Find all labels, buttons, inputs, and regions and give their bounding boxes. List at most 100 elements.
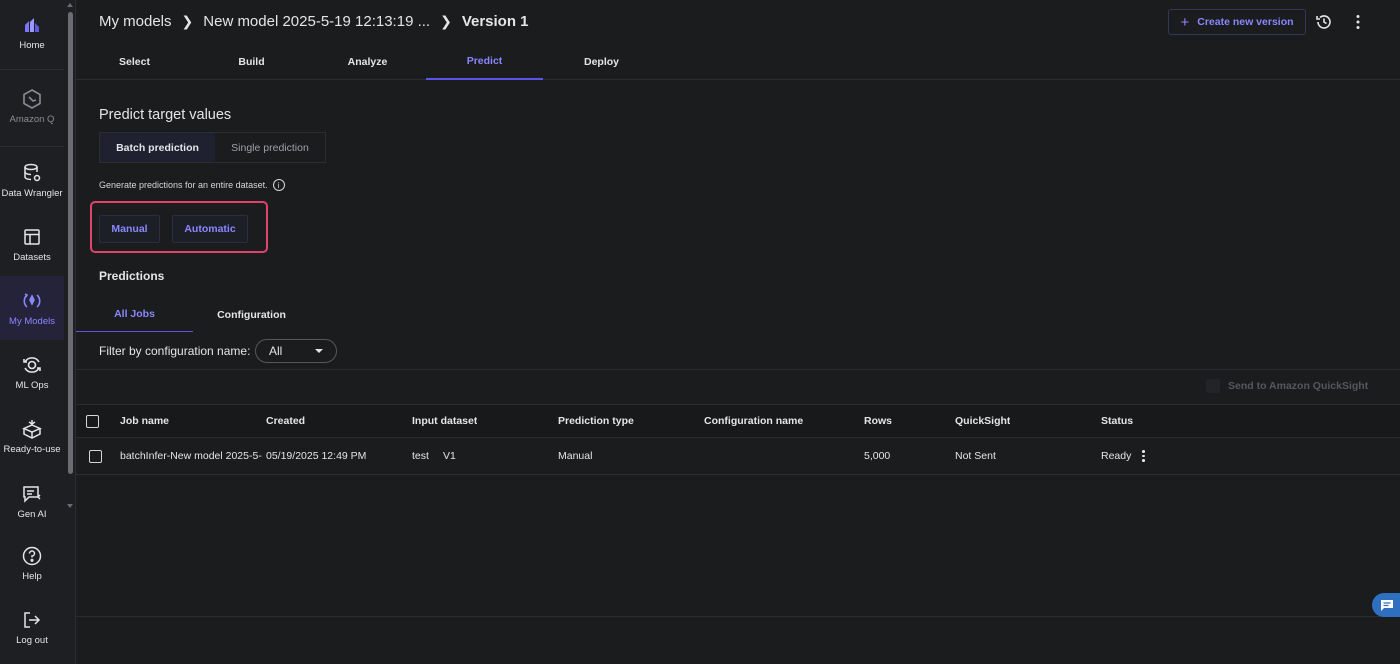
predictions-heading: Predictions [99,269,165,283]
sidebar-item-ready-to-use[interactable]: Ready-to-use [0,404,64,468]
column-header-configuration-name[interactable]: Configuration name [704,405,803,437]
column-header-rows[interactable]: Rows [864,405,892,437]
sidebar-item-label: Data Wrangler [1,187,63,199]
sidebar-item-label: Gen AI [17,508,47,520]
tab-build[interactable]: Build [193,44,310,80]
batch-help-text: Generate predictions for an entire datas… [99,179,285,191]
sidebar-item-gen-ai[interactable]: Gen AI [0,469,64,533]
manual-button[interactable]: Manual [99,215,160,243]
model-icon [21,290,43,312]
dataset-version: V1 [442,450,456,462]
sidebar-item-ml-ops[interactable]: ML Ops [0,340,64,404]
cell-rows: 5,000 [864,450,891,462]
sidebar-item-label: ML Ops [15,379,49,391]
sidebar-scrollbar[interactable] [65,0,75,520]
table-icon [21,226,43,248]
filter-label: Filter by configuration name: [99,344,251,358]
batch-prediction-button[interactable]: Batch prediction [100,133,215,162]
column-header-input-dataset[interactable]: Input dataset [412,405,477,437]
tab-analyze[interactable]: Analyze [309,44,426,80]
automatic-button[interactable]: Automatic [172,215,248,243]
chat-sparkle-icon [21,483,43,505]
ml-ops-icon [21,354,43,376]
sidebar-item-label: Help [22,570,42,582]
tab-all-jobs[interactable]: All Jobs [76,297,193,332]
scrollbar-thumb[interactable] [68,12,73,474]
breadcrumb-model[interactable]: New model 2025-5-19 12:13:19 ... [203,13,430,30]
plus-icon: + [1180,13,1190,31]
create-new-version-button[interactable]: + Create new version [1168,9,1306,35]
cell-prediction-type: Manual [558,450,593,462]
feedback-chat-button[interactable] [1372,593,1400,617]
sidebar-item-help[interactable]: Help [0,531,64,595]
select-all-cell [86,405,99,437]
table-header: Job name Created Input dataset Predictio… [76,404,1400,438]
prediction-mode-toggle: Batch prediction Single prediction [99,132,326,163]
tab-deploy[interactable]: Deploy [543,44,660,80]
row-actions-icon[interactable] [1142,450,1145,462]
column-header-prediction-type[interactable]: Prediction type [558,405,634,437]
breadcrumb-my-models[interactable]: My models [99,13,172,30]
single-prediction-button[interactable]: Single prediction [215,133,325,162]
info-icon[interactable]: i [272,179,285,191]
sidebar-item-label: My Models [9,315,55,327]
sidebar-item-data-wrangler[interactable]: Data Wrangler [0,148,64,212]
column-header-created[interactable]: Created [266,405,305,437]
send-to-quicksight-button[interactable]: Send to Amazon QuickSight [1206,379,1368,393]
filter-select-value: All [269,344,283,358]
section-divider [76,369,1400,370]
cell-input-dataset: test V1 [412,438,456,474]
help-text-label: Generate predictions for an entire datas… [99,180,268,190]
row-checkbox[interactable] [89,449,102,463]
sidebar-item-my-models[interactable]: My Models [0,276,64,340]
help-icon [21,545,43,567]
cell-quicksight: Not Sent [955,450,996,462]
jobs-table: Job name Created Input dataset Predictio… [76,404,1400,475]
cell-created: 05/19/2025 12:49 PM [266,450,367,462]
cell-job-name[interactable]: batchInfer-New model 2025-5- [120,438,262,474]
sidebar: Home Amazon Q Data Wrangler Datasets My … [0,0,76,664]
predictions-tabs: All Jobs Configuration [76,297,306,333]
package-icon [21,418,43,440]
sidebar-item-label: Ready-to-use [3,443,61,455]
tab-select[interactable]: Select [76,44,193,80]
sidebar-divider [0,69,64,70]
sidebar-item-label: Datasets [13,251,51,263]
caret-down-icon [315,349,323,353]
page-title: Predict target values [99,107,232,123]
breadcrumb: My models ❯ New model 2025-5-19 12:13:19… [99,13,529,30]
sidebar-item-label: Log out [16,634,48,646]
sidebar-item-label: Amazon Q [9,113,55,125]
more-options-icon[interactable] [1348,12,1368,32]
configuration-filter-select[interactable]: All [255,339,337,363]
sidebar-item-label: Home [19,39,45,51]
cell-status: Ready [1101,438,1145,474]
sidebar-item-datasets[interactable]: Datasets [0,212,64,276]
select-all-checkbox[interactable] [86,414,99,428]
tab-configuration[interactable]: Configuration [193,297,310,332]
breadcrumb-version: Version 1 [461,13,529,30]
sidebar-item-log-out[interactable]: Log out [0,595,64,659]
column-header-status[interactable]: Status [1101,405,1133,437]
tab-predict[interactable]: Predict [426,44,543,80]
workflow-tabs: Select Build Analyze Predict Deploy [76,44,1400,80]
create-new-version-label: Create new version [1197,16,1294,28]
row-select-cell [89,438,102,474]
chat-bubble-icon [1381,599,1393,611]
page-header: My models ❯ New model 2025-5-19 12:13:19… [76,0,1400,44]
scroll-down-arrow-icon[interactable] [67,504,73,508]
quicksight-label: Send to Amazon QuickSight [1228,380,1369,392]
dataset-name[interactable]: test [412,450,429,462]
table-row[interactable]: batchInfer-New model 2025-5- 05/19/2025 … [76,438,1400,475]
sidebar-item-amazon-q[interactable]: Amazon Q [0,74,64,138]
history-icon[interactable] [1314,12,1334,32]
quicksight-icon [1206,379,1220,393]
scroll-up-arrow-icon[interactable] [67,3,73,7]
chevron-right-icon: ❯ [181,13,194,29]
sidebar-divider [0,146,64,147]
chevron-right-icon: ❯ [440,13,452,29]
column-header-quicksight[interactable]: QuickSight [955,405,1010,437]
column-header-job-name[interactable]: Job name [120,405,169,437]
sidebar-item-home[interactable]: Home [0,0,64,64]
database-icon [21,162,43,184]
